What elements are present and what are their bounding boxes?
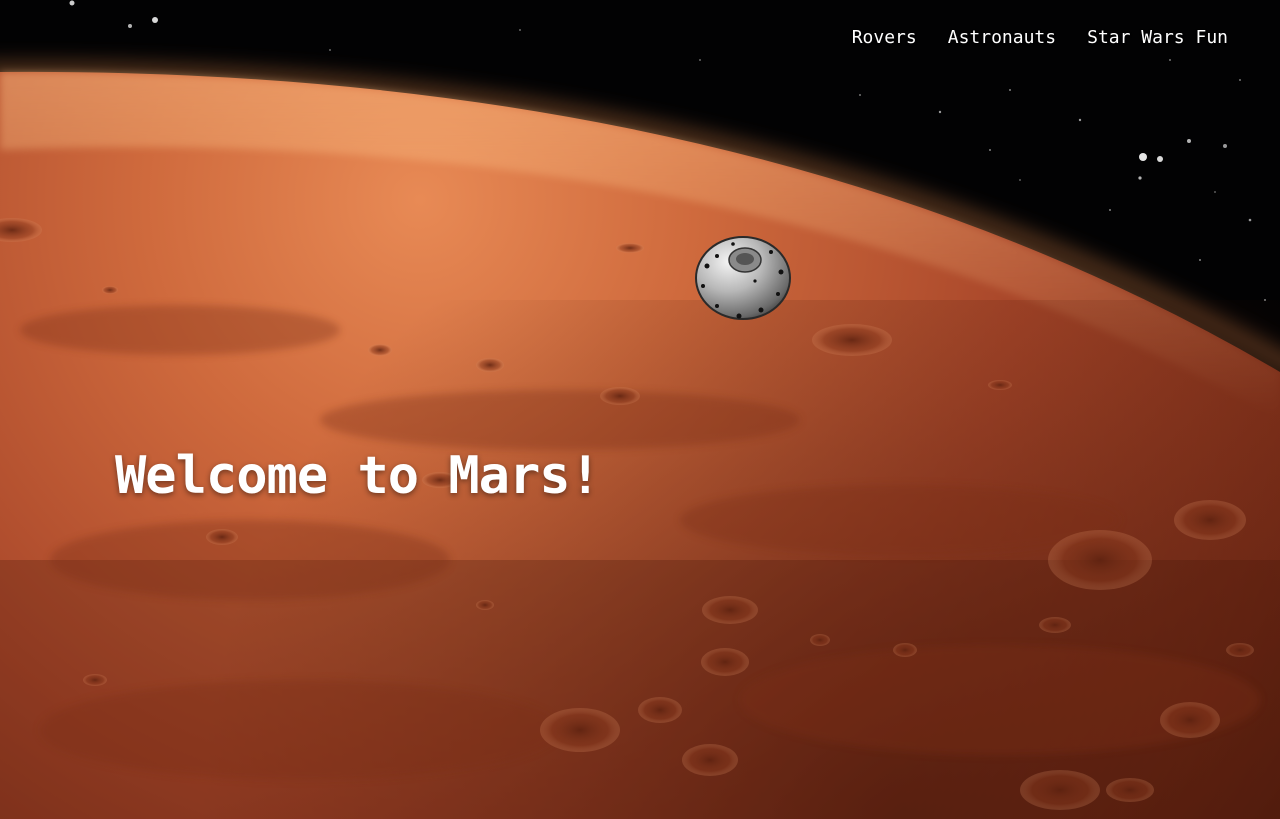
- landing-page: Rovers Astronauts Star Wars Fun Welcome …: [0, 0, 1280, 819]
- nav-link-rovers[interactable]: Rovers: [852, 27, 917, 48]
- nav-link-star-wars-fun[interactable]: Star Wars Fun: [1087, 27, 1228, 48]
- nav-link-astronauts[interactable]: Astronauts: [948, 27, 1056, 48]
- top-navigation: Rovers Astronauts Star Wars Fun: [852, 27, 1228, 48]
- mars-hero-background: [0, 0, 1280, 819]
- hero-title: Welcome to Mars!: [115, 446, 601, 506]
- landing-capsule-icon: [695, 236, 791, 320]
